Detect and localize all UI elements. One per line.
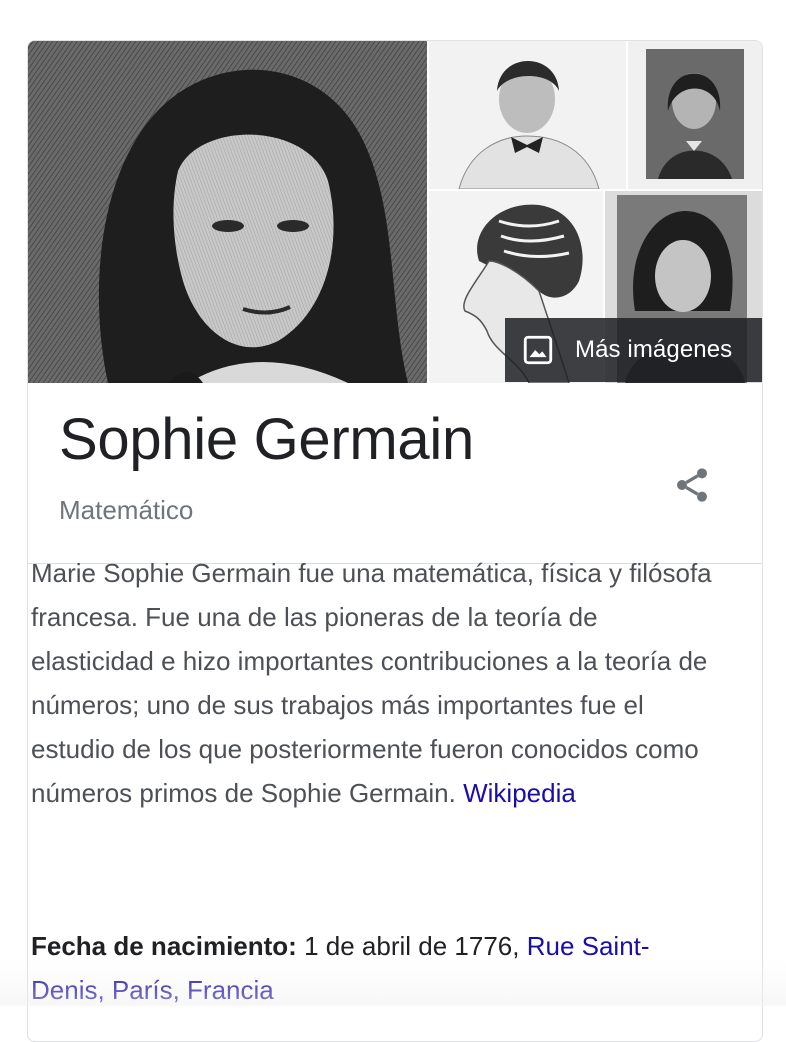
description: Marie Sophie Germain fue una matemática,… bbox=[31, 551, 721, 815]
entity-title: Sophie Germain bbox=[59, 407, 474, 472]
knowledge-panel: Más imágenes Sophie Germain Matemático bbox=[27, 40, 763, 1042]
portrait-thumbnail-1[interactable] bbox=[429, 41, 626, 189]
image-icon bbox=[521, 333, 555, 367]
fact-row-birth: Fecha de nacimiento: 1 de abril de 1776,… bbox=[31, 924, 721, 1012]
fact-label: Fecha de nacimiento: bbox=[31, 931, 297, 961]
portrait-thumbnail-2[interactable] bbox=[628, 41, 762, 189]
entity-subtitle: Matemático bbox=[59, 495, 194, 525]
image-collage: Más imágenes bbox=[28, 41, 762, 383]
description-text: Marie Sophie Germain fue una matemática,… bbox=[31, 558, 712, 808]
more-images-label: Más imágenes bbox=[575, 336, 733, 363]
share-icon bbox=[672, 465, 712, 510]
share-button[interactable] bbox=[668, 463, 716, 511]
title-section: Sophie Germain Matemático bbox=[28, 383, 762, 564]
more-images-button[interactable]: Más imágenes bbox=[505, 318, 762, 382]
main-portrait-image[interactable] bbox=[28, 41, 427, 383]
fact-value: 1 de abril de 1776, bbox=[304, 931, 527, 961]
wikipedia-link[interactable]: Wikipedia bbox=[463, 778, 576, 808]
